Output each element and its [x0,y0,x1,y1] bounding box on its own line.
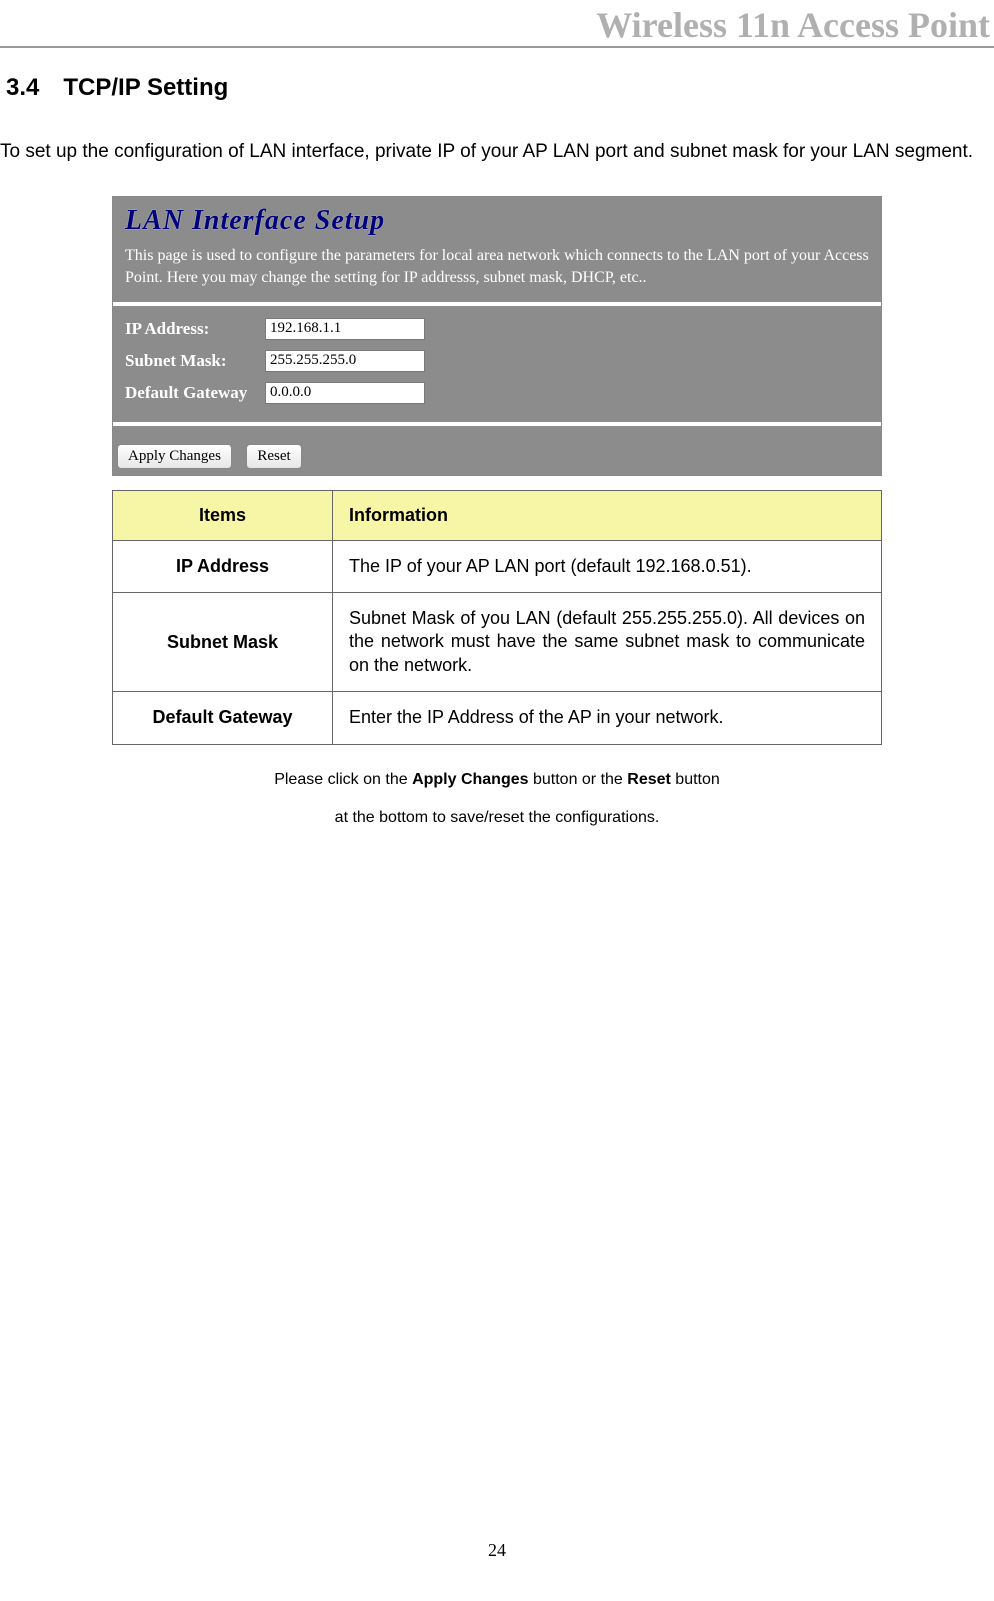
screenshot-title: LAN Interface Setup [125,205,869,237]
table-info: Subnet Mask of you LAN (default 255.255.… [333,593,882,692]
screenshot-description: This page is used to configure the param… [125,245,869,290]
apply-changes-button[interactable]: Apply Changes [117,444,232,469]
header-title: Wireless 11n Access Point [0,4,994,46]
page-number: 24 [0,1540,994,1561]
page-header: Wireless 11n Access Point [0,0,994,48]
note-part: Please click on the [274,771,412,788]
screenshot-form: IP Address: Subnet Mask: Default Gateway [113,306,881,422]
table-header-info: Information [333,490,882,540]
section-number: 3.4 [6,74,39,101]
ip-address-row: IP Address: [125,318,869,340]
subnet-mask-row: Subnet Mask: [125,350,869,372]
table-header-row: Items Information [113,490,882,540]
subnet-mask-label: Subnet Mask: [125,351,265,371]
table-row: Default Gateway Enter the IP Address of … [113,692,882,744]
section-title: TCP/IP Setting [63,74,228,101]
section-heading: 3.4 TCP/IP Setting [6,74,994,102]
note-line2: at the bottom to save/reset the configur… [335,809,660,826]
content-area: 3.4 TCP/IP Setting To set up the configur… [0,48,994,837]
note-bold-reset: Reset [627,771,671,788]
ip-address-label: IP Address: [125,319,265,339]
table-info: Enter the IP Address of the AP in your n… [333,692,882,744]
default-gateway-row: Default Gateway [125,382,869,404]
ip-address-input[interactable] [265,318,425,340]
note-part: button or the [529,771,628,788]
info-table: Items Information IP Address The IP of y… [112,490,882,745]
screenshot-header: LAN Interface Setup This page is used to… [113,197,881,302]
lan-setup-screenshot: LAN Interface Setup This page is used to… [112,196,882,476]
note-bold-apply: Apply Changes [412,771,528,788]
table-row: IP Address The IP of your AP LAN port (d… [113,540,882,592]
section-intro: To set up the configuration of LAN inter… [0,132,992,172]
note-text: Please click on the Apply Changes button… [0,761,994,838]
screenshot-button-row: Apply Changes Reset [113,426,881,475]
table-item: Subnet Mask [113,593,333,692]
default-gateway-input[interactable] [265,382,425,404]
default-gateway-label: Default Gateway [125,383,265,403]
note-part: button [671,771,720,788]
table-row: Subnet Mask Subnet Mask of you LAN (defa… [113,593,882,692]
table-header-items: Items [113,490,333,540]
table-info: The IP of your AP LAN port (default 192.… [333,540,882,592]
subnet-mask-input[interactable] [265,350,425,372]
table-item: Default Gateway [113,692,333,744]
table-item: IP Address [113,540,333,592]
reset-button[interactable]: Reset [246,444,301,469]
